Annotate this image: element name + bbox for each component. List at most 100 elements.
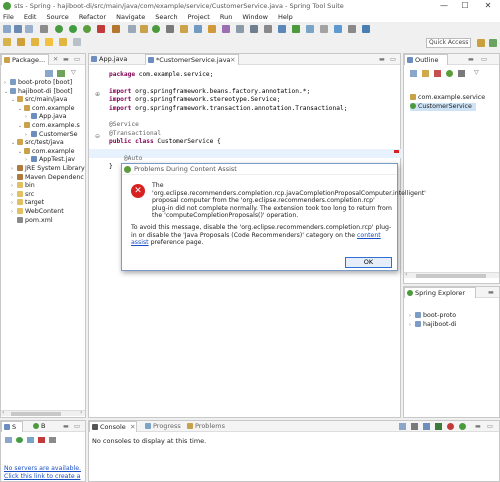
debug-icon[interactable] <box>55 25 63 33</box>
tree-item[interactable]: › JRE System Library <box>11 165 85 173</box>
fold-marker-icon[interactable]: ⊖ <box>95 133 100 140</box>
terminate-icon[interactable] <box>447 423 454 430</box>
open-perspective-icon[interactable] <box>334 25 342 33</box>
spring-explorer-item[interactable]: › hajiboot-di <box>409 321 457 329</box>
minimize-view-icon[interactable]: ▬ <box>63 56 69 63</box>
new-class-icon[interactable] <box>152 25 160 33</box>
start-server-icon[interactable] <box>16 437 23 443</box>
forward-icon[interactable] <box>31 38 39 46</box>
pin-icon[interactable] <box>278 25 286 33</box>
minimize-view-icon[interactable]: ▬ <box>379 56 385 63</box>
maximize-view-icon[interactable]: ▭ <box>74 56 80 63</box>
view-menu-icon[interactable]: ▽ <box>71 69 76 76</box>
minimize-button[interactable]: — <box>434 0 454 12</box>
run-icon[interactable] <box>69 25 77 33</box>
open-console-icon[interactable] <box>459 423 466 430</box>
next-annotation-icon[interactable] <box>292 25 300 33</box>
view-menu-icon[interactable]: ▽ <box>474 69 479 76</box>
tools-icon[interactable] <box>348 25 356 33</box>
sort-icon[interactable] <box>410 70 417 77</box>
horizontal-scrollbar[interactable]: ‹ › <box>1 409 85 416</box>
pin-console-icon[interactable] <box>411 423 418 430</box>
spring-explorer-item[interactable]: › boot-proto <box>409 312 456 320</box>
scroll-left-icon[interactable]: ‹ <box>405 271 407 278</box>
link-with-editor-icon[interactable] <box>57 70 65 77</box>
spring-boot-run-icon[interactable] <box>83 25 91 33</box>
menu-file[interactable]: File <box>3 13 14 21</box>
toggle-ws-icon[interactable] <box>250 25 258 33</box>
collapse-all-icon[interactable] <box>45 70 53 77</box>
tree-item[interactable]: ⌄ com.example.s <box>18 122 80 130</box>
menu-source[interactable]: Source <box>46 13 68 21</box>
menu-navigate[interactable]: Navigate <box>116 13 145 21</box>
maximize-view-icon[interactable]: ▭ <box>487 423 493 430</box>
nav-forward-icon[interactable] <box>59 38 67 46</box>
tree-item[interactable]: › App.java <box>25 113 67 121</box>
minimize-view-icon[interactable]: ▬ <box>475 423 481 430</box>
menu-edit[interactable]: Edit <box>24 13 37 21</box>
maximize-view-icon[interactable]: ▭ <box>390 56 396 63</box>
hide-nonpublic-icon[interactable] <box>446 70 453 77</box>
new-java-project-icon[interactable] <box>128 25 136 33</box>
hide-local-types-icon[interactable] <box>458 70 465 77</box>
prev-annotation-icon[interactable] <box>306 25 314 33</box>
ok-button[interactable]: OK <box>345 257 392 268</box>
profile-server-icon[interactable] <box>27 437 34 443</box>
no-servers-link[interactable]: No servers are available. <box>4 465 81 472</box>
close-button[interactable]: ✕ <box>478 0 498 12</box>
debug-server-icon[interactable] <box>5 437 12 443</box>
scroll-right-icon[interactable]: › <box>80 409 82 416</box>
menu-run[interactable]: Run <box>220 13 232 21</box>
hide-static-icon[interactable] <box>434 70 441 77</box>
scroll-left-icon[interactable]: ‹ <box>2 409 4 416</box>
display-console-icon[interactable] <box>399 423 406 430</box>
hide-fields-icon[interactable] <box>422 70 429 77</box>
close-tab-icon[interactable]: ✕ <box>230 55 235 66</box>
next-icon[interactable] <box>3 38 11 46</box>
stop-server-icon[interactable] <box>38 437 45 443</box>
search-icon[interactable] <box>194 25 202 33</box>
outline-item[interactable]: CustomerService <box>410 103 476 111</box>
tree-item[interactable]: ⌄ src/test/java <box>11 139 64 147</box>
tab-outline[interactable]: Outline <box>404 54 448 65</box>
tree-item[interactable]: ⌄ com.example <box>18 104 75 113</box>
tab-app-java[interactable]: App.java <box>89 54 143 65</box>
close-tab-icon[interactable]: ✕ <box>130 422 135 433</box>
annotation-icon[interactable] <box>222 25 230 33</box>
maximize-button[interactable]: ☐ <box>455 0 475 12</box>
scroll-lock-icon[interactable] <box>435 423 442 430</box>
publish-icon[interactable] <box>49 437 56 443</box>
scroll-thumb[interactable] <box>416 274 486 278</box>
new-icon[interactable] <box>3 25 11 33</box>
new-package-icon[interactable] <box>140 25 148 33</box>
maximize-view-icon[interactable]: ▭ <box>74 423 80 430</box>
save-icon[interactable] <box>14 25 22 33</box>
minimize-view-icon[interactable]: ▬ <box>468 56 474 63</box>
last-edit-icon[interactable] <box>320 25 328 33</box>
tree-item[interactable]: › Maven Dependenc <box>11 173 84 182</box>
save-all-icon[interactable] <box>25 25 33 33</box>
tab-console[interactable]: Console ✕ <box>89 421 137 432</box>
tab-boot-dashboard[interactable]: B <box>31 421 51 432</box>
horizontal-scrollbar[interactable]: ‹ <box>404 271 499 278</box>
tab-problems[interactable]: Problems <box>185 421 225 432</box>
maximize-view-icon[interactable]: ▭ <box>481 56 487 63</box>
menu-refactor[interactable]: Refactor <box>79 13 106 21</box>
tab-customer-service-java[interactable]: *CustomerService.java ✕ <box>145 54 239 65</box>
minimize-view-icon[interactable]: ▬ <box>488 289 494 296</box>
tree-item[interactable]: › boot-proto [boot] <box>4 79 72 87</box>
open-type-icon[interactable] <box>166 25 174 33</box>
clear-console-icon[interactable] <box>423 423 430 430</box>
back-icon[interactable] <box>17 38 25 46</box>
close-icon[interactable]: ✕ <box>53 56 58 63</box>
tree-item[interactable]: › CustomerSe <box>25 130 77 139</box>
nav-history-icon[interactable] <box>73 38 81 46</box>
tab-progress[interactable]: Progress <box>143 421 183 432</box>
tree-item[interactable]: › target <box>11 199 44 207</box>
block-select-icon[interactable] <box>264 25 272 33</box>
menu-search[interactable]: Search <box>155 13 177 21</box>
tree-item[interactable]: ⌄ src/main/java <box>11 96 67 104</box>
outline-item[interactable]: com.example.service <box>410 94 485 102</box>
toggle-mark-icon[interactable] <box>236 25 244 33</box>
open-task-icon[interactable] <box>208 25 216 33</box>
